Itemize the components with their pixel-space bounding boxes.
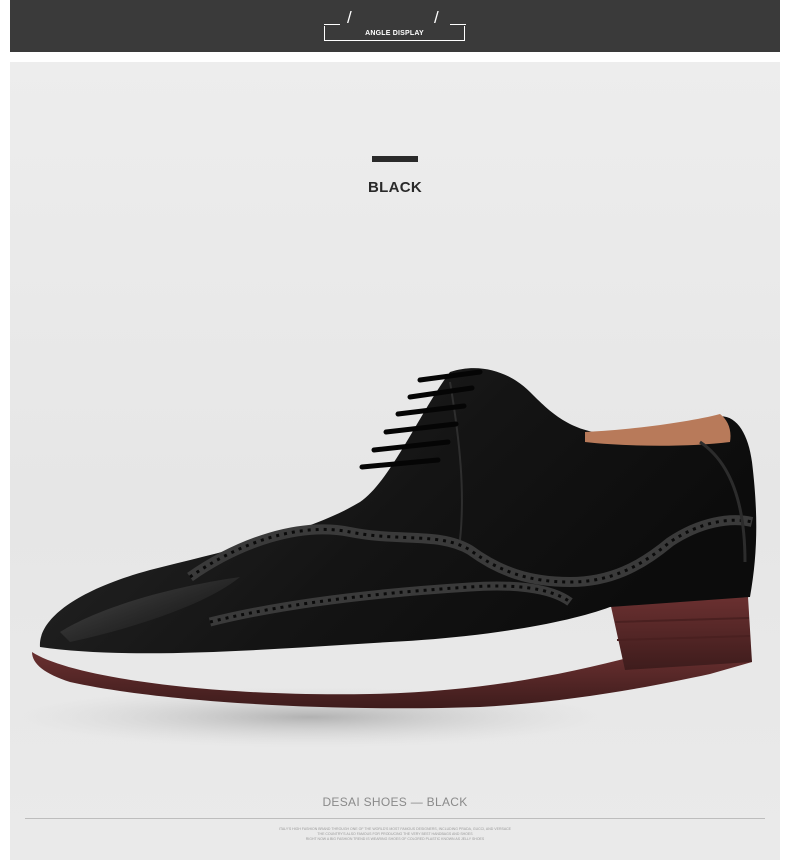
shoe-heel	[610, 597, 752, 670]
fine-print-line-2: THE COUNTRY'S ALSO FAMOUS FOR PRODUCING …	[317, 832, 473, 836]
header-line-right	[450, 24, 466, 25]
header-slash-left: /	[347, 8, 352, 27]
header-slash-right: /	[434, 8, 439, 27]
shoe-image	[10, 368, 757, 747]
product-photo: BLACK DESAI SHOES — BLACK ITALY'S HIGH F…	[10, 62, 780, 860]
fine-print-line-1: ITALY'S HIGH FASHION BRAND THROUGH ONE O…	[278, 827, 512, 831]
product-caption: DESAI SHOES — BLACK	[322, 795, 468, 809]
header-line-left	[324, 24, 340, 25]
angle-display-header: / / ANGLE DISPLAY	[10, 0, 780, 52]
shoe-lining	[585, 414, 731, 446]
angle-display-label: ANGLE DISPLAY	[365, 30, 424, 37]
fine-print-line-3: RIGHT NOW A BIG FASHION TREND IS WEARING…	[305, 837, 485, 841]
footer-divider	[25, 818, 765, 819]
